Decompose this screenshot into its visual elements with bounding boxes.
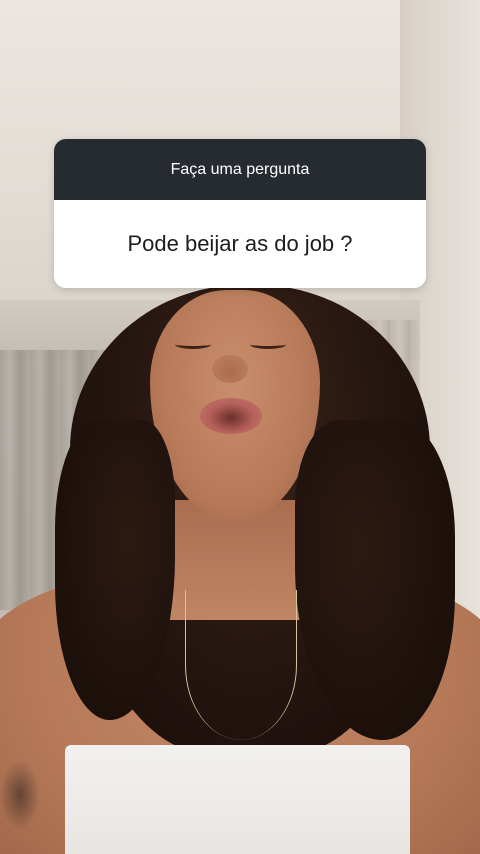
eye-right: [250, 340, 286, 349]
necklace: [185, 590, 297, 740]
sticker-body: Pode beijar as do job ?: [54, 200, 426, 288]
sticker-header: Faça uma pergunta: [54, 139, 426, 200]
question-text: Pode beijar as do job ?: [127, 231, 353, 256]
nose: [212, 355, 248, 383]
arm-tattoo: [0, 760, 40, 830]
story-view[interactable]: Faça uma pergunta Pode beijar as do job …: [0, 0, 480, 854]
question-sticker[interactable]: Faça uma pergunta Pode beijar as do job …: [54, 139, 426, 288]
mouth: [200, 398, 262, 434]
eye-left: [175, 340, 211, 349]
sticker-header-label: Faça uma pergunta: [170, 160, 310, 178]
white-top: [65, 745, 410, 854]
